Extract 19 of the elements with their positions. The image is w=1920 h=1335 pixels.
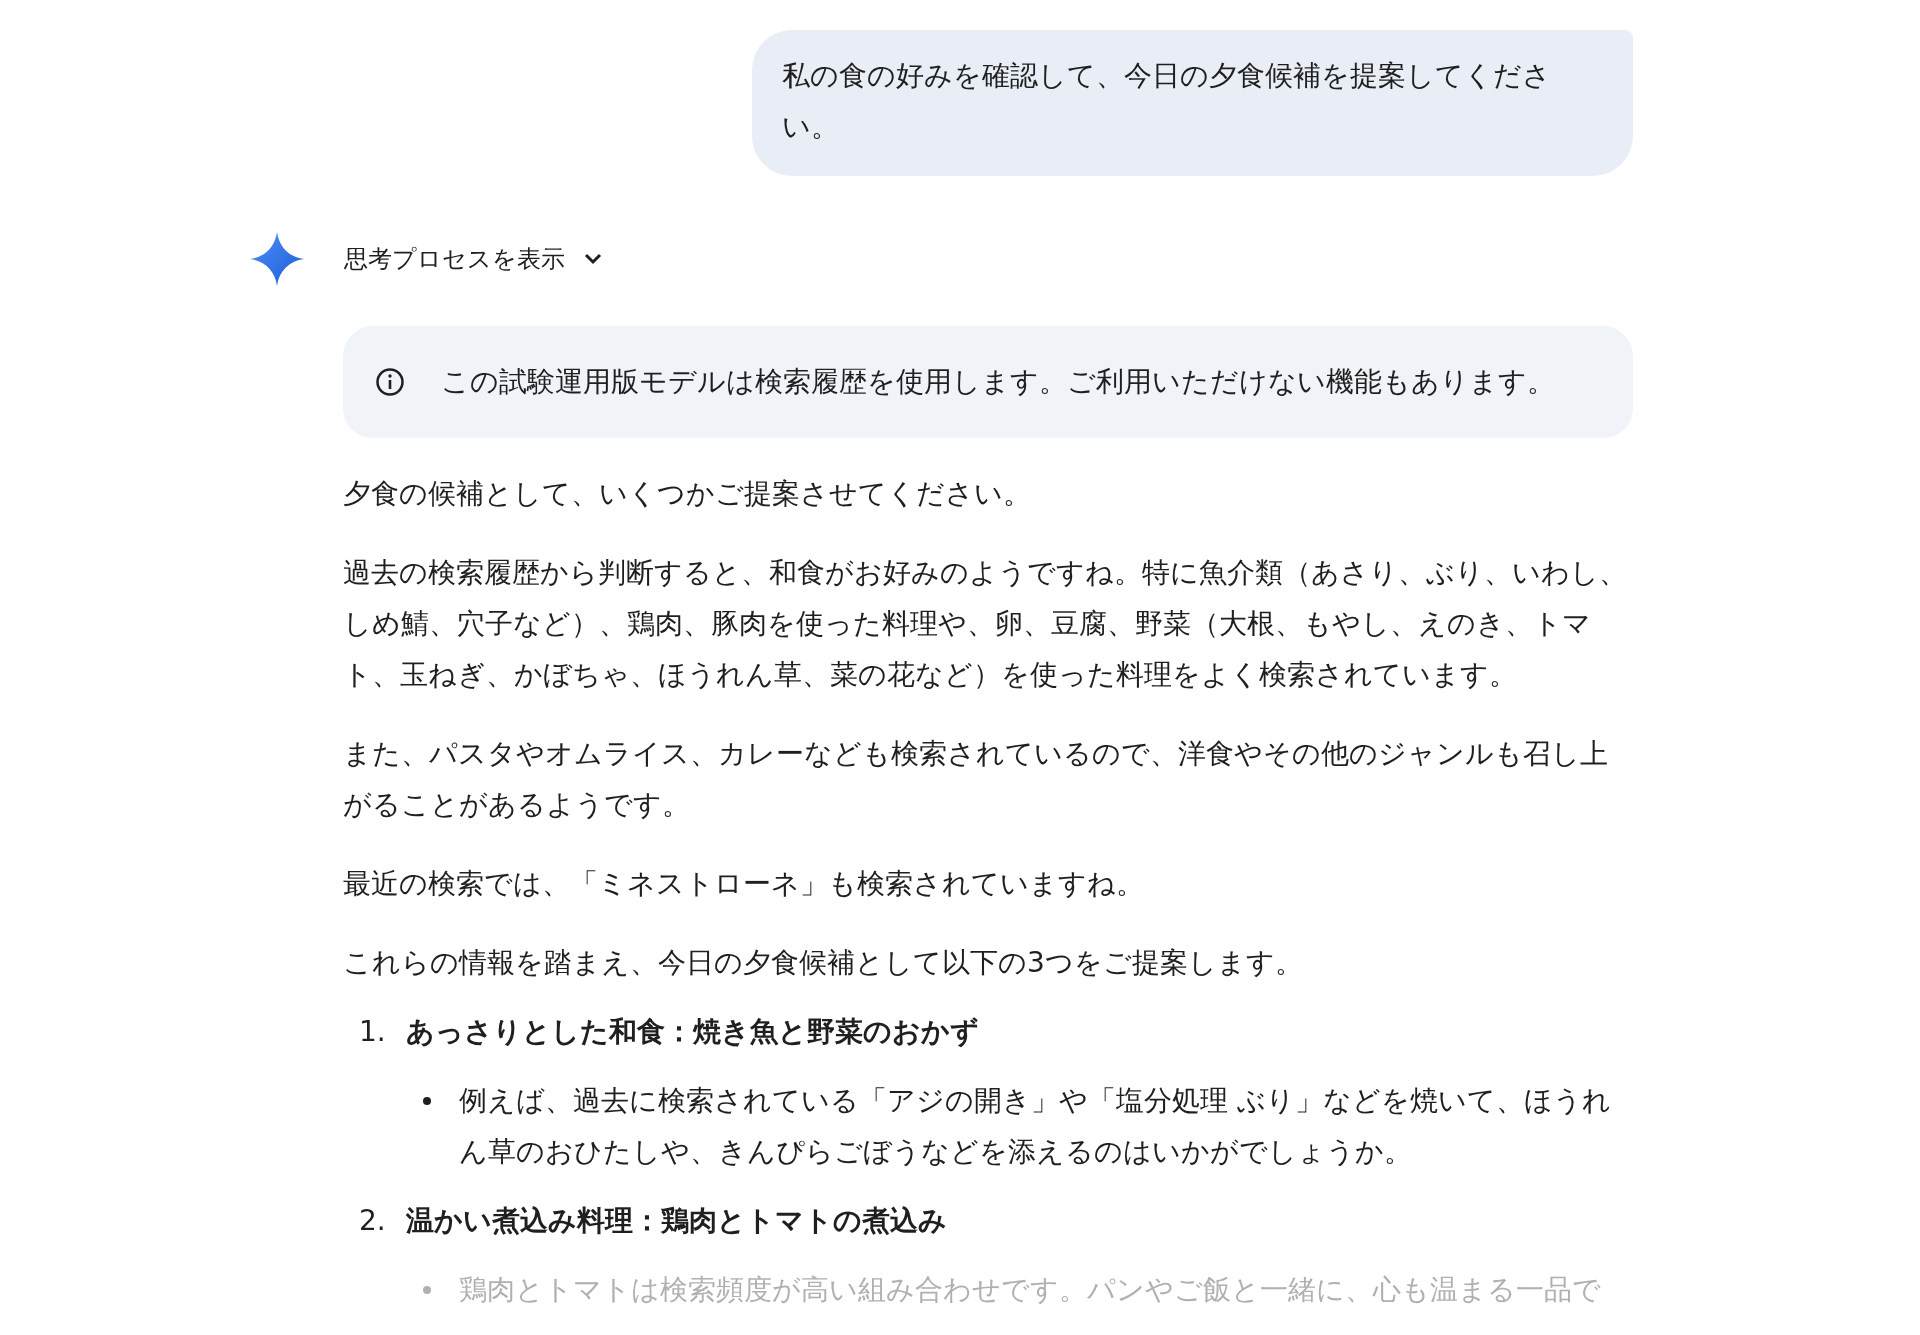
show-thinking-toggle[interactable]: 思考プロセスを表示 <box>344 243 603 275</box>
list-heading: あっさりとした和食：焼き魚と野菜のおかず <box>405 1014 979 1050</box>
bullet-icon <box>423 1286 431 1294</box>
response-paragraph: 最近の検索では、「ミネストローネ」も検索されていますね。 <box>343 866 1145 902</box>
list-number: 1. <box>359 1014 386 1050</box>
response-paragraph: 夕食の候補として、いくつかご提案させてください。 <box>343 476 1032 512</box>
response-paragraph: 過去の検索履歴から判断すると、和食がお好みのようですね。特に魚介類（あさり、ぶり、いわし、しめ鯖、穴子など）、鶏肉、豚肉を使った料理や、卵、豆腐、野菜（大根、もやし、えのき、トマト、玉ねぎ、かぼちゃ、ほうれん草、菜の花など）を使った料理をよく検索されています。 <box>343 555 1628 693</box>
chevron-icon <box>583 252 603 266</box>
bullet-icon <box>423 1097 431 1105</box>
list-number: 2. <box>359 1203 386 1239</box>
response-paragraph: これらの情報を踏まえ、今日の夕食候補として以下の3つをご提案します。 <box>343 945 1304 981</box>
user-message: 私の食の好みを確認して、今日の夕食候補を提案してください。 <box>752 30 1633 176</box>
sparkle-icon <box>250 232 304 286</box>
info-icon <box>375 367 405 397</box>
notice-text: この試験運用版モデルは検索履歴を使用します。ご利用いただけない機能もあります。 <box>441 364 1555 400</box>
bullet-text: 例えば、過去に検索されている「アジの開き」や「塩分処理 ぶり」などを焼いて、ほうれん草のおひたしや、きんぴらごぼうなどを添えるのはいかがでしょうか。 <box>459 1083 1612 1170</box>
list-heading: 温かい煮込み料理：鶏肉とトマトの煮込み <box>405 1203 947 1239</box>
response-paragraph: また、パスタやオムライス、カレーなども検索されているので、洋食やその他のジャンルも召し上がることがあるようです。 <box>343 736 1609 823</box>
bullet-text: 鶏肉とトマトは検索頻度が高い組み合わせです。パンやご飯と一緒に、心も温まる一品で <box>459 1272 1601 1308</box>
